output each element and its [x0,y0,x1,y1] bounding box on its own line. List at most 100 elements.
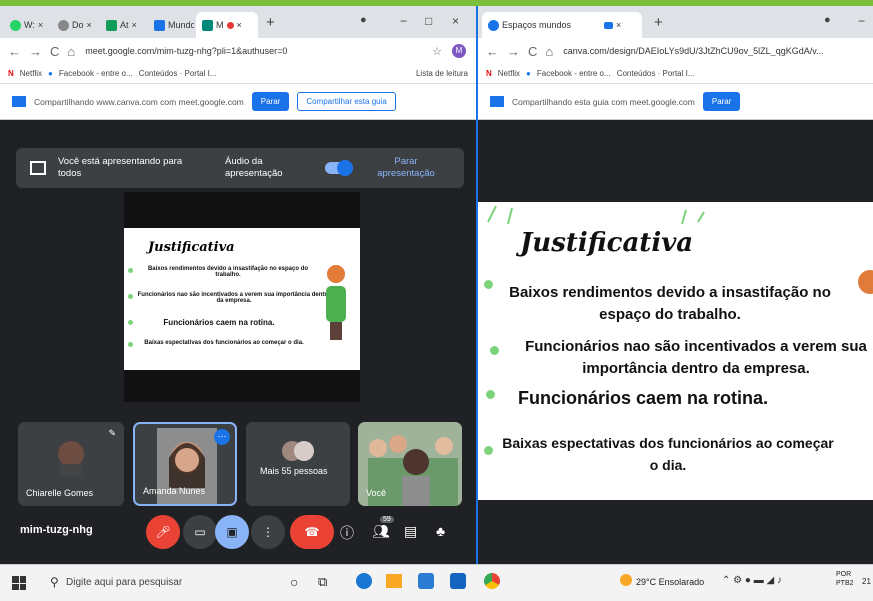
url-field[interactable]: meet.google.com/mim-tuzg-nhg?pli=1&authu… [85,46,287,56]
back-icon[interactable]: ← [8,44,21,59]
tab-bar: Espaços mundos × + ● − [478,6,873,38]
slide-bullet: Baixos rendimentos devido a insastifação… [509,284,831,323]
reload-icon[interactable]: C [528,44,537,59]
language-indicator[interactable]: POR PTB2 [836,570,858,588]
more-options-icon[interactable]: ⋯ [214,429,230,445]
sheet-icon [106,19,117,31]
presented-slide: Justificativa Baixos rendimentos devido … [124,192,360,402]
taskbar-search-input[interactable]: Digite aqui para pesquisar [66,577,182,588]
profile-icon[interactable]: ● [824,14,831,26]
camera-button[interactable]: ▭ [183,515,217,549]
home-icon[interactable]: ⌂ [67,44,75,59]
minimize-button[interactable]: − [858,14,865,28]
back-icon[interactable]: ← [486,44,499,59]
bullet-dot [128,342,133,347]
mic-off-button[interactable]: 🎤︎ [146,515,180,549]
chrome-icon[interactable] [484,573,500,589]
tab-meet-active[interactable]: M × [196,12,258,38]
canva-stage: Justificativa Baixos rendimentos devido … [478,120,873,564]
presenting-banner: Você está apresentando para todos Áudio … [16,148,464,188]
info-icon[interactable]: ⓘ [340,523,354,543]
chat-icon[interactable]: ▤ [404,523,417,540]
people-icon[interactable]: 👥︎ [372,523,390,540]
reload-icon[interactable]: C [50,44,59,59]
star-icon[interactable]: ☆ [432,45,442,58]
slide-bullet: Baixas espectativas dos funcionários ao … [502,435,834,473]
participant-tile-active[interactable]: ⋯ Amanda Nunes [133,422,237,506]
bookmarks-bar: N Netflix ● Facebook - entre o... Conteúdo… [478,64,873,84]
avatar [58,441,84,476]
cortana-icon[interactable]: ○ [290,574,298,590]
netflix-icon: N [8,69,14,78]
profile-icon[interactable]: ● [360,14,367,26]
activities-icon[interactable]: ♣ [436,523,445,539]
self-tile[interactable]: Você [358,422,462,506]
slide-bullet: Funcionários caem na rotina. [518,388,769,408]
tab-canva-active[interactable]: Espaços mundos × [482,12,642,38]
stop-presenting-button[interactable]: Parar apresentação [371,156,441,180]
edge-icon[interactable] [356,573,372,589]
tab-3[interactable]: At × [100,12,146,38]
bullet-dot [484,446,493,455]
avatar[interactable]: M [452,44,466,58]
file-explorer-icon[interactable] [386,574,402,588]
stop-share-button[interactable]: Parar [702,92,741,111]
close-button[interactable]: × [452,14,459,28]
maximize-button[interactable]: □ [425,14,432,28]
store-icon[interactable] [418,573,434,589]
share-screen-icon [490,96,504,107]
share-this-tab-button[interactable]: Compartilhar esta guia [297,92,396,111]
tab-4[interactable]: Mundo [148,12,194,38]
slide-title-small: Justificativa [148,240,235,255]
participant-tile[interactable]: ✎ Chiarelle Gomes [18,422,124,506]
windows-start-icon[interactable] [12,576,26,590]
bookmark-facebook[interactable]: Facebook - entre o... [59,69,133,78]
slide-title: Justificativa [520,228,694,258]
url-field[interactable]: canva.com/design/DAEIoLYs9dU/3JtZhCU9ov_… [563,46,823,56]
audio-toggle[interactable] [325,160,353,176]
address-bar: ← → C ⌂ meet.google.com/mim-tuzg-nhg?pli… [0,38,476,64]
slide-bullet-small: Baixos rendimentos devido a insastifação… [147,266,309,278]
bookmark-portal[interactable]: Conteúdos · Portal I... [139,69,217,78]
home-icon[interactable]: ⌂ [545,44,553,59]
doc-icon [154,19,165,31]
system-tray-icons[interactable]: ⌃ ⚙ ● ▬ ◢ ♪ [722,575,782,586]
forward-icon[interactable]: → [507,44,520,59]
bookmark-netflix[interactable]: Netflix [498,69,520,78]
task-view-icon[interactable]: ⧉ [318,574,327,590]
whatsapp-icon [10,19,21,31]
bookmark-facebook[interactable]: Facebook - entre o... [537,69,611,78]
clock[interactable]: 21 [862,577,871,586]
new-tab-button[interactable]: + [266,14,275,31]
taskbar: ⚲ Digite aqui para pesquisar ○ ⧉ 29°C En… [0,564,873,601]
weather-icon [620,574,632,586]
share-bar: Compartilhando esta guia com meet.google… [478,84,873,120]
more-button[interactable]: ⋮ [251,515,285,549]
mail-icon[interactable] [450,573,466,589]
reading-list[interactable]: Lista de leitura [416,69,468,78]
bookmark-portal[interactable]: Conteúdos · Portal I... [617,69,695,78]
new-tab-button[interactable]: + [654,14,663,31]
share-text: Compartilhando esta guia com meet.google… [512,96,695,107]
tab-2[interactable]: Do × [52,12,98,38]
stop-share-button[interactable]: Parar [251,92,290,111]
tab-1[interactable]: W: × [4,12,50,38]
address-bar: ← → C ⌂ canva.com/design/DAEIoLYs9dU/3Jt… [478,38,873,64]
muted-icon: ✎ [108,428,116,438]
bookmarks-bar: N Netflix ● Facebook - entre o... Conteúdo… [0,64,476,84]
present-button[interactable]: ▣ [215,515,249,549]
facebook-icon: ● [48,69,53,78]
audio-label: Áudio da apresentação [225,156,283,179]
meet-area: Você está apresentando para todos Áudio … [0,120,476,564]
minimize-button[interactable]: − [400,14,407,28]
bullet-dot [486,390,495,399]
recording-icon [226,21,234,29]
left-browser-window: W: × Do × At × Mundo M × + ● − □ × ← → C ⌂ m… [0,6,476,564]
participant-count-badge: 59 [380,516,394,523]
forward-icon[interactable]: → [29,44,42,59]
end-call-button[interactable]: ☎ [290,515,334,549]
weather-text[interactable]: 29°C Ensolarado [636,577,704,587]
more-people-tile[interactable]: Mais 55 pessoas [246,422,350,506]
bookmark-netflix[interactable]: Netflix [20,69,42,78]
meeting-code: mim-tuzg-nhg [20,524,93,536]
